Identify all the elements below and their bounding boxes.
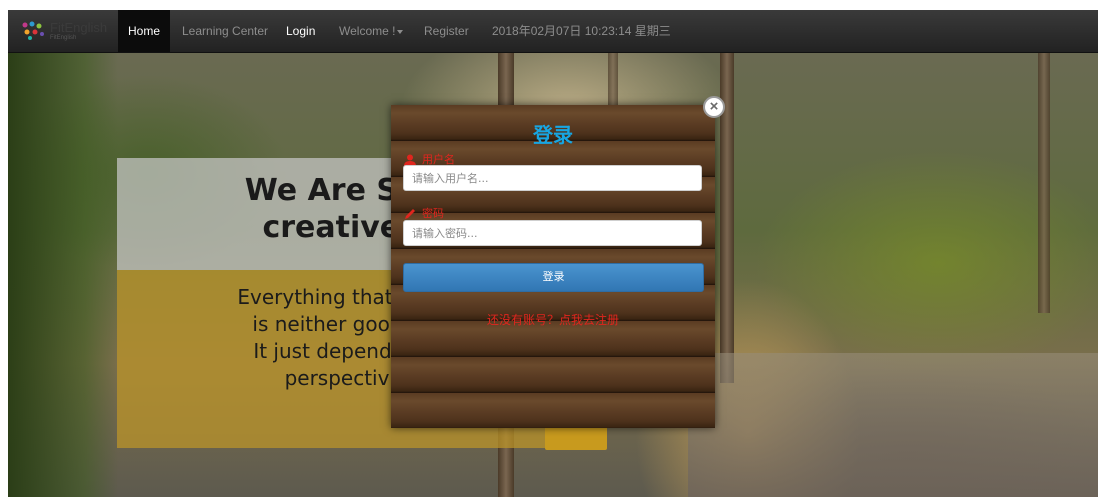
nav-welcome-label: Welcome ! bbox=[339, 24, 396, 38]
brand-name: FitEnglish bbox=[50, 20, 108, 35]
path-ground bbox=[688, 353, 1098, 497]
nav-home[interactable]: Home bbox=[118, 10, 171, 52]
nav-welcome-dropdown[interactable]: Welcome ! bbox=[339, 10, 404, 52]
login-submit-button[interactable]: 登录 bbox=[403, 263, 704, 292]
top-navbar: FitEnglish FitEnglish Home Learning Cent… bbox=[8, 10, 1098, 53]
pencil-icon bbox=[405, 209, 415, 220]
brand-logo-link[interactable]: FitEnglish FitEnglish bbox=[18, 16, 114, 46]
brand-logo-icon bbox=[22, 21, 44, 40]
modal-title: 登录 bbox=[533, 123, 573, 147]
datetime-display: 2018年02月07日 10:23:14 星期三 bbox=[492, 24, 671, 38]
brand-tagline: FitEnglish bbox=[50, 35, 77, 41]
nav-login[interactable]: Login bbox=[286, 10, 315, 52]
close-icon[interactable]: × bbox=[703, 96, 725, 118]
username-input[interactable] bbox=[403, 165, 702, 191]
password-label: 密码 bbox=[404, 205, 444, 221]
nav-learning-center[interactable]: Learning Center bbox=[182, 10, 268, 52]
password-input[interactable] bbox=[403, 220, 702, 246]
nav-register[interactable]: Register bbox=[424, 10, 469, 52]
password-label-text: 密码 bbox=[422, 208, 444, 220]
login-modal: 登录 用户名 密码 登录 还没有账号？点我去注册 bbox=[391, 105, 715, 428]
tree-trunk bbox=[1038, 53, 1050, 313]
foliage-left bbox=[8, 53, 118, 497]
register-link[interactable]: 还没有账号？点我去注册 bbox=[391, 311, 715, 328]
chevron-down-icon bbox=[397, 29, 404, 34]
